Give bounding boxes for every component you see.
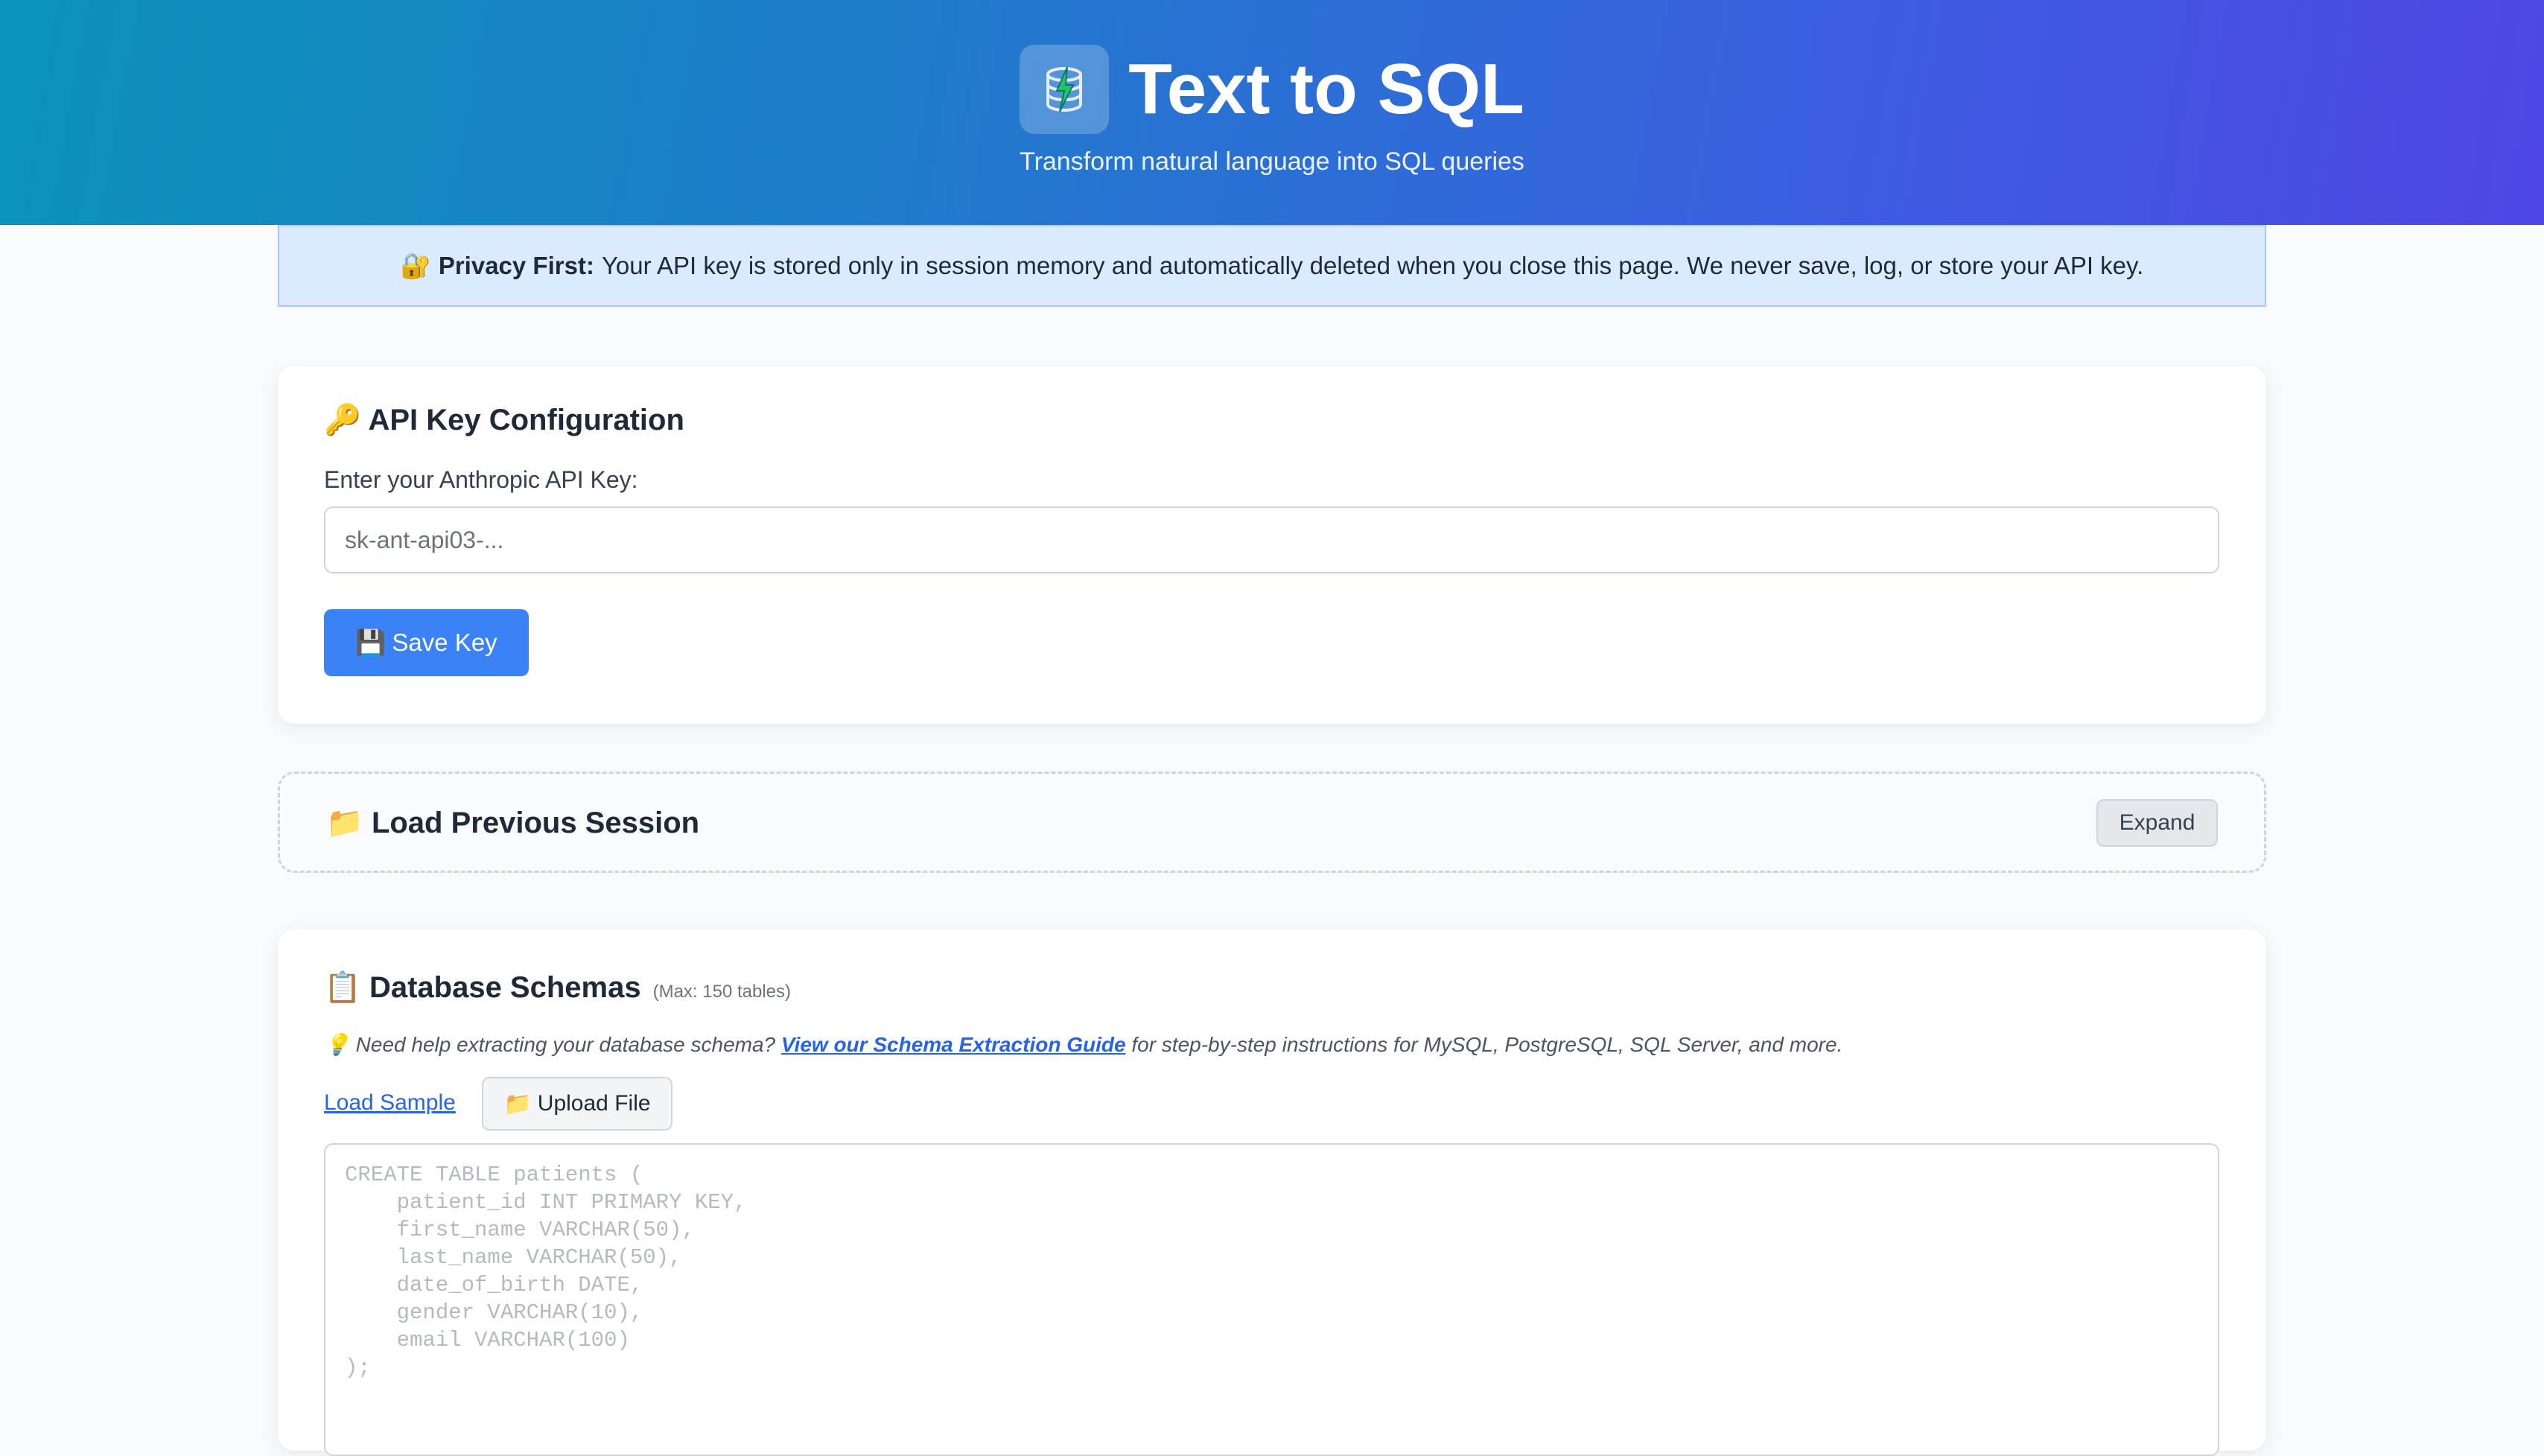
app-subtitle: Transform natural language into SQL quer… [1020,147,1524,176]
database-schemas-title: 📋 Database Schemas (Max: 150 tables) [324,970,791,1005]
privacy-label: Privacy First: [438,252,594,279]
load-session-title-text: Load Previous Session [371,807,700,839]
title-row: Text to SQL [0,45,2544,134]
api-key-title-text: API Key Configuration [368,404,684,436]
load-session-title: 📁 Load Previous Session [326,805,699,840]
load-sample-link[interactable]: Load Sample [324,1090,456,1116]
help-prefix: Need help extracting your database schem… [355,1033,776,1056]
database-schemas-title-text: Database Schemas [369,971,641,1004]
key-icon: 🔑 [324,404,361,436]
schema-textarea[interactable]: CREATE TABLE patients ( patient_id INT P… [324,1143,2219,1456]
load-session-panel: 📁 Load Previous Session Expand [278,772,2266,873]
schema-help-text: 💡 Need help extracting your database sch… [324,1032,1842,1057]
database-bolt-icon [1020,45,1110,134]
app-header: Text to SQL Transform natural language i… [0,0,2544,225]
upload-file-label: Upload File [537,1091,651,1116]
help-suffix: for step-by-step instructions for MySQL,… [1131,1033,1843,1056]
lock-icon: 🔐 [400,251,431,279]
lightbulb-icon: 💡 [324,1033,350,1056]
clipboard-icon: 📋 [324,971,361,1004]
app-title: Text to SQL [1128,49,1524,129]
privacy-text: Your API key is stored only in session m… [601,252,2144,279]
expand-button[interactable]: Expand [2096,799,2218,847]
api-key-title: 🔑 API Key Configuration [324,402,684,437]
floppy-disk-icon: 💾 [355,628,387,656]
save-key-label: Save Key [392,629,497,656]
api-key-input[interactable] [324,506,2219,573]
schema-guide-link[interactable]: View our Schema Extraction Guide [781,1033,1126,1056]
folder-icon: 📁 [326,807,363,839]
save-key-button[interactable]: 💾 Save Key [324,609,529,676]
privacy-banner: 🔐 Privacy First: Your API key is stored … [278,225,2266,307]
upload-file-button[interactable]: 📁 Upload File [482,1077,672,1131]
folder-icon: 📁 [503,1091,532,1116]
api-key-label: Enter your Anthropic API Key: [324,466,638,493]
max-tables-note: (Max: 150 tables) [652,982,792,1002]
